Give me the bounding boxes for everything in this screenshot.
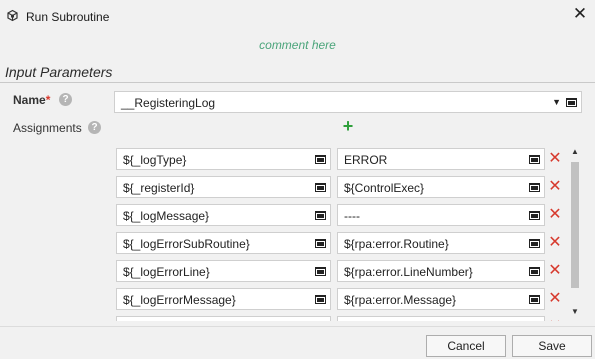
parameter-field[interactable]: ${_logErrorLine} — [116, 260, 331, 282]
parameter-value: ${_logType} — [123, 153, 187, 167]
assignment-row: ${_registerId} ${ControlExec} ✕ — [0, 176, 570, 200]
close-button[interactable]: ✕ — [570, 4, 590, 24]
value-field[interactable]: ${rpa:error.Routine} — [337, 232, 545, 254]
section-title: Input Parameters — [5, 64, 113, 80]
assignment-value: ERROR — [344, 153, 388, 167]
parameter-field[interactable]: ${_logType} — [116, 148, 331, 170]
name-label: Name* — [13, 93, 50, 107]
section-divider — [0, 82, 595, 83]
console-icon[interactable] — [315, 239, 326, 248]
value-field[interactable]: ${rpa:error.LineNumber} — [337, 260, 545, 282]
delete-x-icon[interactable]: ✕ — [548, 290, 562, 308]
console-icon[interactable] — [566, 98, 577, 107]
parameter-value: ${_logErrorMessage} — [123, 293, 236, 307]
comment-text[interactable]: comment here — [0, 38, 595, 52]
console-icon[interactable] — [529, 183, 540, 192]
footer-divider — [0, 326, 595, 327]
assignment-value: ${ControlExec} — [344, 181, 425, 195]
help-circle-icon[interactable]: ? — [59, 93, 72, 106]
parameter-field[interactable] — [116, 316, 331, 321]
scroll-up-arrow-icon[interactable]: ▲ — [568, 146, 582, 158]
name-label-text: Name — [13, 93, 46, 107]
console-icon[interactable] — [529, 211, 540, 220]
window-title: Run Subroutine — [26, 10, 110, 24]
assignment-row: ${_logErrorLine} ${rpa:error.LineNumber} ✕ — [0, 260, 570, 284]
console-icon[interactable] — [315, 295, 326, 304]
console-icon[interactable] — [315, 211, 326, 220]
required-marker: * — [45, 93, 51, 107]
chevron-down-icon[interactable]: ▼ — [552, 97, 561, 107]
parameter-field[interactable]: ${_registerId} — [116, 176, 331, 198]
parameter-field[interactable]: ${_logErrorMessage} — [116, 288, 331, 310]
delete-x-icon[interactable]: ✕ — [548, 150, 562, 168]
assignment-value: ${rpa:error.Routine} — [344, 237, 449, 251]
value-field[interactable]: ERROR — [337, 148, 545, 170]
assignment-value: ${rpa:error.LineNumber} — [344, 265, 473, 279]
console-icon[interactable] — [529, 295, 540, 304]
delete-x-icon[interactable]: ✕ — [548, 318, 562, 321]
scrollbar-thumb[interactable] — [571, 162, 579, 288]
cancel-button[interactable]: Cancel — [426, 335, 506, 357]
console-icon[interactable] — [315, 267, 326, 276]
parameter-field[interactable]: ${_logMessage} — [116, 204, 331, 226]
scroll-down-arrow-icon[interactable]: ▼ — [568, 306, 582, 318]
help-circle-icon[interactable]: ? — [88, 121, 101, 134]
console-icon[interactable] — [529, 239, 540, 248]
subroutine-icon — [7, 9, 18, 22]
save-button[interactable]: Save — [512, 335, 592, 357]
assignment-row: ${_logType} ERROR ✕ — [0, 148, 570, 172]
parameter-field[interactable]: ${_logErrorSubRoutine} — [116, 232, 331, 254]
add-assignment-button[interactable]: + — [341, 117, 355, 135]
value-field[interactable] — [337, 316, 545, 321]
console-icon[interactable] — [315, 155, 326, 164]
scrollbar[interactable]: ▲ ▼ — [568, 146, 582, 318]
console-icon[interactable] — [315, 183, 326, 192]
assignment-value: ${rpa:error.Message} — [344, 293, 457, 307]
console-icon[interactable] — [529, 267, 540, 276]
assignments-label: Assignments — [13, 121, 82, 135]
title-bar: Run Subroutine ✕ — [0, 0, 595, 32]
assignment-row: ${_logMessage} ---- ✕ — [0, 204, 570, 228]
assignment-value: ---- — [344, 209, 360, 223]
parameter-value: ${_logErrorSubRoutine} — [123, 237, 250, 251]
delete-x-icon[interactable]: ✕ — [548, 262, 562, 280]
parameter-value: ${_logErrorLine} — [123, 265, 210, 279]
delete-x-icon[interactable]: ✕ — [548, 178, 562, 196]
assignment-row: ${_logErrorMessage} ${rpa:error.Message} ✕ — [0, 288, 570, 312]
name-value: __RegisteringLog — [121, 96, 216, 110]
value-field[interactable]: ${rpa:error.Message} — [337, 288, 545, 310]
delete-x-icon[interactable]: ✕ — [548, 206, 562, 224]
parameter-value: ${_logMessage} — [123, 209, 210, 223]
name-select[interactable]: __RegisteringLog ▼ — [114, 91, 582, 113]
value-field[interactable]: ${ControlExec} — [337, 176, 545, 198]
assignment-list: ${_logType} ERROR ✕ ${_registerId} ${Control… — [0, 146, 595, 321]
assignment-row: ✕ — [0, 316, 570, 321]
assignment-row: ${_logErrorSubRoutine} ${rpa:error.Routin… — [0, 232, 570, 256]
console-icon[interactable] — [529, 155, 540, 164]
parameter-value: ${_registerId} — [123, 181, 195, 195]
value-field[interactable]: ---- — [337, 204, 545, 226]
delete-x-icon[interactable]: ✕ — [548, 234, 562, 252]
